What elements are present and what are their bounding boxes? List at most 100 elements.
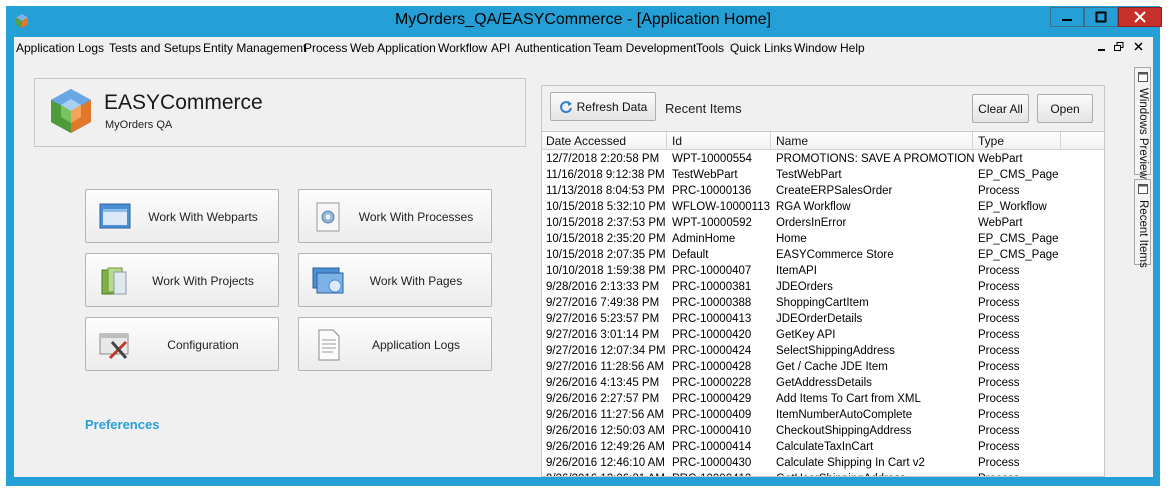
cell-name: ItemNumberAutoComplete <box>776 409 913 421</box>
minimize-button[interactable] <box>1050 7 1084 27</box>
cell-name: SelectShippingAddress <box>776 345 895 357</box>
table-row[interactable]: 10/10/2018 1:59:38 PM PRC-10000407 ItemAPI… <box>542 264 1062 280</box>
table-row[interactable]: 9/26/2016 12:49:26 AM PRC-10000414 Calcula… <box>542 440 1062 456</box>
window-title: MyOrders_QA/EASYCommerce - [Application … <box>394 11 772 28</box>
menu-web-application[interactable]: Web Application <box>350 41 436 55</box>
menu-tests-and-setups[interactable]: Tests and Setups <box>109 41 201 55</box>
application-window: MyOrders_QA/EASYCommerce - [Application … <box>6 6 1162 486</box>
table-row[interactable]: 9/27/2016 7:49:38 PM PRC-10000388 Shopping… <box>542 296 1062 312</box>
maximize-button[interactable] <box>1084 7 1118 27</box>
cell-name: CheckoutShippingAddress <box>776 425 912 437</box>
cell-name: CreateERPSalesOrder <box>776 185 893 197</box>
recent-items-title: Recent Items <box>665 101 742 116</box>
cell-id: Default <box>672 249 709 261</box>
application-logs-button[interactable]: Application Logs <box>298 317 492 371</box>
cell-name: Add Items To Cart from XML <box>776 393 921 405</box>
menu-application[interactable]: Application <box>16 41 75 55</box>
table-row[interactable]: 11/13/2018 8:04:53 PM PRC-10000136 CreateE… <box>542 184 1062 200</box>
cell-date-accessed: 9/26/2016 11:27:56 AM <box>546 409 665 421</box>
window-icon <box>1138 184 1148 194</box>
table-row[interactable]: 9/26/2016 4:13:45 PM PRC-10000228 GetAddre… <box>542 376 1062 392</box>
title-bar[interactable]: MyOrders_QA/EASYCommerce - [Application … <box>6 6 1162 37</box>
cell-type: WebPart <box>978 217 1023 229</box>
table-row[interactable]: 10/15/2018 5:32:10 PM WFLOW-10000113 RGA W… <box>542 200 1062 216</box>
app-name: EASYCommerce <box>104 91 263 114</box>
cell-id: WPT-10000554 <box>672 153 752 165</box>
cell-id: PRC-10000381 <box>672 281 752 293</box>
cell-type: Process <box>978 473 1020 476</box>
work-with-processes-button[interactable]: Work With Processes <box>298 189 492 243</box>
refresh-data-button[interactable]: Refresh Data <box>550 92 656 121</box>
cell-id: PRC-10000424 <box>672 345 752 357</box>
column-name[interactable]: Name <box>776 134 808 148</box>
menu-process[interactable]: Process <box>304 41 347 55</box>
table-row[interactable]: 9/27/2016 11:28:56 AM PRC-10000428 Get / C… <box>542 360 1062 376</box>
mdi-close-icon[interactable] <box>1134 42 1143 51</box>
configuration-button[interactable]: Configuration <box>85 317 279 371</box>
work-with-webparts-button[interactable]: Work With Webparts <box>85 189 279 243</box>
cell-id: PRC-10000430 <box>672 457 752 469</box>
column-type[interactable]: Type <box>978 134 1004 148</box>
cell-type: Process <box>978 361 1020 373</box>
cell-id: PRC-10000413 <box>672 313 752 325</box>
cell-type: Process <box>978 425 1020 437</box>
column-id[interactable]: Id <box>672 134 682 148</box>
cell-date-accessed: 9/26/2016 12:49:26 AM <box>546 441 665 453</box>
refresh-label: Refresh Data <box>576 99 648 114</box>
work-with-pages-button[interactable]: Work With Pages <box>298 253 492 307</box>
cell-name: Home <box>776 233 807 245</box>
cell-id: PRC-10000420 <box>672 329 752 341</box>
menu-help[interactable]: Help <box>840 41 865 55</box>
table-row[interactable]: 11/16/2018 9:12:38 PM TestWebPart TestWebP… <box>542 168 1062 184</box>
table-row[interactable]: 9/27/2016 3:01:14 PM PRC-10000420 GetKey A… <box>542 328 1062 344</box>
menu-entity-management[interactable]: Entity Management <box>203 41 306 55</box>
cell-date-accessed: 9/26/2016 12:46:10 AM <box>546 457 665 469</box>
menu-quick-links[interactable]: Quick Links <box>730 41 792 55</box>
work-with-projects-button[interactable]: Work With Projects <box>85 253 279 307</box>
recent-items-panel: Refresh Data Recent Items Clear All Open… <box>541 85 1105 477</box>
table-row[interactable]: 9/26/2016 12:06:21 AM PRC-10000412 GetUser… <box>542 472 1062 476</box>
close-button[interactable] <box>1118 7 1162 27</box>
menu-authentication[interactable]: Authentication <box>515 41 591 55</box>
menu-logs[interactable]: Logs <box>78 41 104 55</box>
mdi-restore-icon[interactable] <box>1114 42 1124 52</box>
table-row[interactable]: 12/7/2018 2:20:58 PM WPT-10000554 PROMOTIO… <box>542 152 1062 168</box>
cell-type: Process <box>978 313 1020 325</box>
table-row[interactable]: 10/15/2018 2:07:35 PM Default EASYCommerce… <box>542 248 1062 264</box>
table-row[interactable]: 10/15/2018 2:35:20 PM AdminHome Home EP_CMS… <box>542 232 1062 248</box>
table-row[interactable]: 9/27/2016 5:23:57 PM PRC-10000413 JDEOrder… <box>542 312 1062 328</box>
menu-tools[interactable]: Tools <box>696 41 724 55</box>
recent-items-grid[interactable]: Date Accessed Id Name Type 12/7/2018 2:2… <box>542 131 1104 476</box>
cell-date-accessed: 9/27/2016 7:49:38 PM <box>546 297 660 309</box>
open-button[interactable]: Open <box>1037 94 1093 123</box>
column-date-accessed[interactable]: Date Accessed <box>546 134 626 148</box>
cell-type: Process <box>978 185 1020 197</box>
mdi-minimize-icon[interactable] <box>1098 45 1106 51</box>
cell-id: PRC-10000136 <box>672 185 752 197</box>
table-row[interactable]: 9/26/2016 2:27:57 PM PRC-10000429 Add Item… <box>542 392 1062 408</box>
preferences-link[interactable]: Preferences <box>85 417 159 432</box>
cell-date-accessed: 9/27/2016 12:07:34 PM <box>546 345 666 357</box>
cell-date-accessed: 9/27/2016 5:23:57 PM <box>546 313 660 325</box>
close-icon <box>1134 11 1146 23</box>
tab-windows-preview[interactable]: Windows Preview <box>1134 67 1151 179</box>
table-row[interactable]: 9/28/2016 2:13:33 PM PRC-10000381 JDEOrder… <box>542 280 1062 296</box>
cell-id: PRC-10000429 <box>672 393 752 405</box>
menu-api[interactable]: API <box>491 41 510 55</box>
menu-team-development[interactable]: Team Development <box>593 41 696 55</box>
column-separator <box>666 132 667 149</box>
menu-workflow[interactable]: Workflow <box>438 41 487 55</box>
cell-date-accessed: 10/15/2018 5:32:10 PM <box>546 201 666 213</box>
tab-recent-items[interactable]: Recent Items <box>1134 179 1151 268</box>
table-row[interactable]: 9/26/2016 12:46:10 AM PRC-10000430 Calcula… <box>542 456 1062 472</box>
table-row[interactable]: 9/27/2016 12:07:34 PM PRC-10000424 SelectS… <box>542 344 1062 360</box>
menu-window[interactable]: Window <box>794 41 837 55</box>
cell-name: GetAddressDetails <box>776 377 872 389</box>
table-row[interactable]: 9/26/2016 12:50:03 AM PRC-10000410 Checkou… <box>542 424 1062 440</box>
cell-type: Process <box>978 393 1020 405</box>
table-row[interactable]: 9/26/2016 11:27:56 AM PRC-10000409 ItemNum… <box>542 408 1062 424</box>
clear-all-button[interactable]: Clear All <box>972 94 1029 123</box>
cell-date-accessed: 11/16/2018 9:12:38 PM <box>546 169 665 181</box>
cell-type: Process <box>978 329 1020 341</box>
table-row[interactable]: 10/15/2018 2:37:53 PM WPT-10000592 OrdersI… <box>542 216 1062 232</box>
